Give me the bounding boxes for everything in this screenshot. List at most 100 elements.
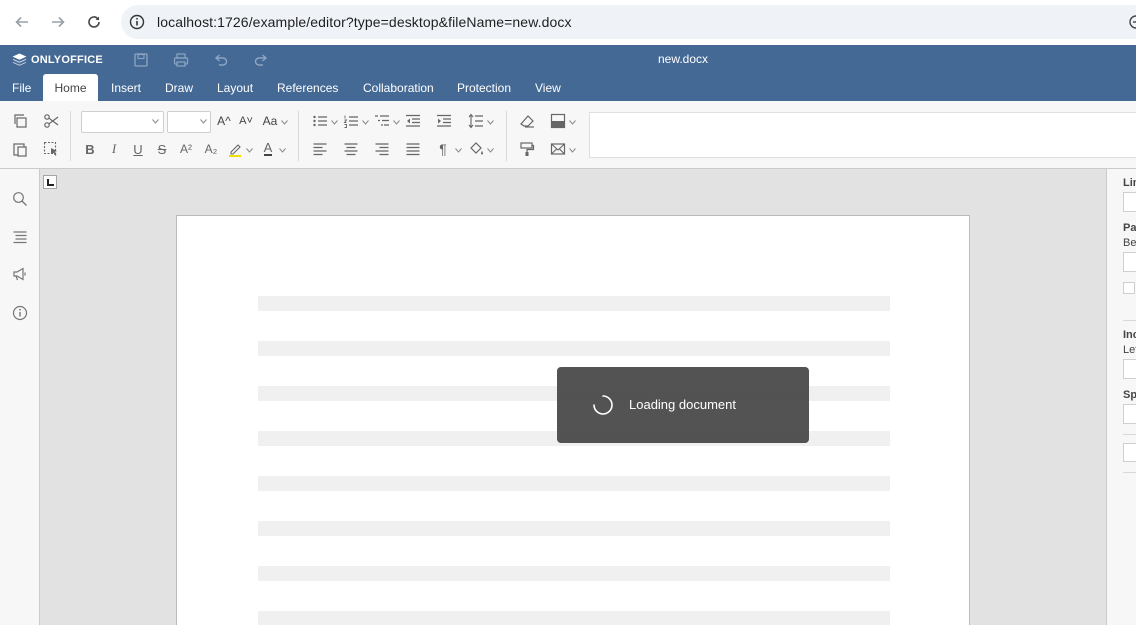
- italic-button[interactable]: I: [104, 139, 124, 159]
- select-all-icon: [43, 141, 57, 156]
- right-settings-panel: Lin Pa Be Inc Lef Sp: [1106, 169, 1136, 625]
- subscript-button[interactable]: A₂: [201, 139, 221, 159]
- line-spacing-icon: [468, 113, 483, 129]
- color-scheme-icon: [550, 113, 566, 129]
- arrow-left-icon: [15, 16, 28, 28]
- strikethrough-icon: S: [157, 141, 167, 157]
- feedback-button[interactable]: [10, 264, 30, 284]
- multilevel-list-button[interactable]: [372, 111, 392, 131]
- paste-button[interactable]: [10, 139, 30, 159]
- undo-icon: [214, 54, 228, 66]
- browser-toolbar: localhost:1726/example/editor?type=deskt…: [0, 0, 1136, 45]
- document-title: new.docx: [658, 52, 709, 66]
- color-scheme-button[interactable]: [548, 111, 568, 131]
- tab-references[interactable]: References: [268, 74, 347, 101]
- chevron-down-icon: [279, 148, 286, 153]
- save-button[interactable]: [132, 51, 150, 69]
- superscript-icon: A²: [180, 142, 192, 156]
- chevron-down-icon: [281, 120, 288, 125]
- tab-draw[interactable]: Draw: [156, 74, 202, 101]
- bold-button[interactable]: B: [80, 139, 100, 159]
- tab-home[interactable]: Home: [43, 74, 98, 101]
- font-color-button[interactable]: A: [258, 139, 278, 159]
- numbered-list-icon: [343, 115, 358, 128]
- print-button[interactable]: [172, 51, 190, 69]
- highlighter-icon: [229, 144, 241, 157]
- bullets-button[interactable]: [310, 111, 330, 131]
- chevron-down-icon: [393, 120, 400, 125]
- align-justify-icon: [406, 143, 420, 156]
- ribbon-tabs: File Home Insert Draw Layout References …: [0, 74, 1136, 101]
- forward-button[interactable]: [47, 11, 69, 33]
- panel-separator: [1123, 434, 1136, 435]
- tab-layout[interactable]: Layout: [208, 74, 262, 101]
- copy-button[interactable]: [10, 111, 30, 131]
- tab-stop-selector[interactable]: [43, 175, 57, 189]
- nonprinting-characters-button[interactable]: ¶: [433, 139, 453, 159]
- clear-style-button[interactable]: [517, 111, 537, 131]
- redo-button[interactable]: [252, 51, 270, 69]
- align-left-button[interactable]: [310, 139, 330, 159]
- back-button[interactable]: [11, 11, 33, 33]
- select-all-button[interactable]: [41, 139, 61, 159]
- align-center-button[interactable]: [341, 139, 361, 159]
- scissors-icon: [44, 114, 59, 128]
- line-spacing-button[interactable]: [466, 111, 486, 131]
- bold-icon: B: [85, 141, 95, 157]
- paint-bucket-icon: [470, 142, 483, 155]
- tab-insert[interactable]: Insert: [102, 74, 150, 101]
- address-bar[interactable]: localhost:1726/example/editor?type=deskt…: [121, 5, 1136, 39]
- chevron-down-icon: [569, 148, 576, 153]
- reload-icon: [88, 16, 100, 28]
- onlyoffice-logo-icon: [12, 53, 27, 66]
- url-text: localhost:1726/example/editor?type=deskt…: [157, 14, 572, 30]
- mail-merge-button[interactable]: [548, 139, 568, 159]
- highlight-button[interactable]: [225, 139, 245, 159]
- tab-protection[interactable]: Protection: [448, 74, 520, 101]
- onlyoffice-logo[interactable]: ONLYOFFICE: [12, 52, 103, 68]
- align-center-icon: [344, 143, 358, 156]
- navigation-button[interactable]: [10, 227, 30, 247]
- info-icon[interactable]: [129, 14, 145, 30]
- search-button[interactable]: [10, 189, 30, 209]
- increase-indent-icon: [437, 114, 451, 127]
- chevron-down-icon: [152, 119, 159, 124]
- left-indent-input[interactable]: [1123, 359, 1136, 379]
- dont-add-interval-checkbox[interactable]: [1123, 282, 1135, 294]
- superscript-button[interactable]: A²: [176, 139, 196, 159]
- tab-collaboration[interactable]: Collaboration: [354, 74, 443, 101]
- tab-file[interactable]: File: [3, 74, 40, 101]
- mail-icon: [550, 143, 566, 155]
- shading-button[interactable]: [466, 139, 486, 159]
- paste-icon: [13, 143, 27, 157]
- indents-label: Inc: [1123, 329, 1136, 341]
- increase-indent-button[interactable]: [434, 111, 454, 131]
- undo-button[interactable]: [212, 51, 230, 69]
- underline-button[interactable]: U: [128, 139, 148, 159]
- paragraph-spacing-label: Pa: [1123, 222, 1136, 234]
- justify-button[interactable]: [403, 139, 423, 159]
- decrease-indent-button[interactable]: [403, 111, 423, 131]
- tab-view[interactable]: View: [526, 74, 570, 101]
- strikethrough-button[interactable]: S: [152, 139, 172, 159]
- print-icon: [173, 53, 189, 67]
- numbering-button[interactable]: [341, 111, 361, 131]
- placeholder-line: [258, 341, 890, 356]
- copy-style-button[interactable]: [517, 139, 537, 159]
- change-case-button[interactable]: Aa: [259, 111, 281, 131]
- spacing-before-input[interactable]: [1123, 252, 1136, 272]
- special-indent-select[interactable]: [1123, 404, 1136, 424]
- styles-gallery[interactable]: [589, 112, 1136, 158]
- chevron-down-icon: [331, 120, 338, 125]
- line-spacing-input[interactable]: [1123, 192, 1136, 212]
- about-button[interactable]: [10, 303, 30, 323]
- chevron-down-icon: [487, 120, 494, 125]
- decrease-font-button[interactable]: A˅: [236, 111, 256, 131]
- increase-font-button[interactable]: A^: [214, 111, 234, 131]
- advanced-settings-button[interactable]: [1123, 443, 1136, 462]
- lens-icon[interactable]: [1128, 14, 1136, 30]
- reload-button[interactable]: [83, 11, 105, 33]
- placeholder-line: [258, 521, 890, 536]
- cut-button[interactable]: [41, 111, 61, 131]
- align-right-button[interactable]: [372, 139, 392, 159]
